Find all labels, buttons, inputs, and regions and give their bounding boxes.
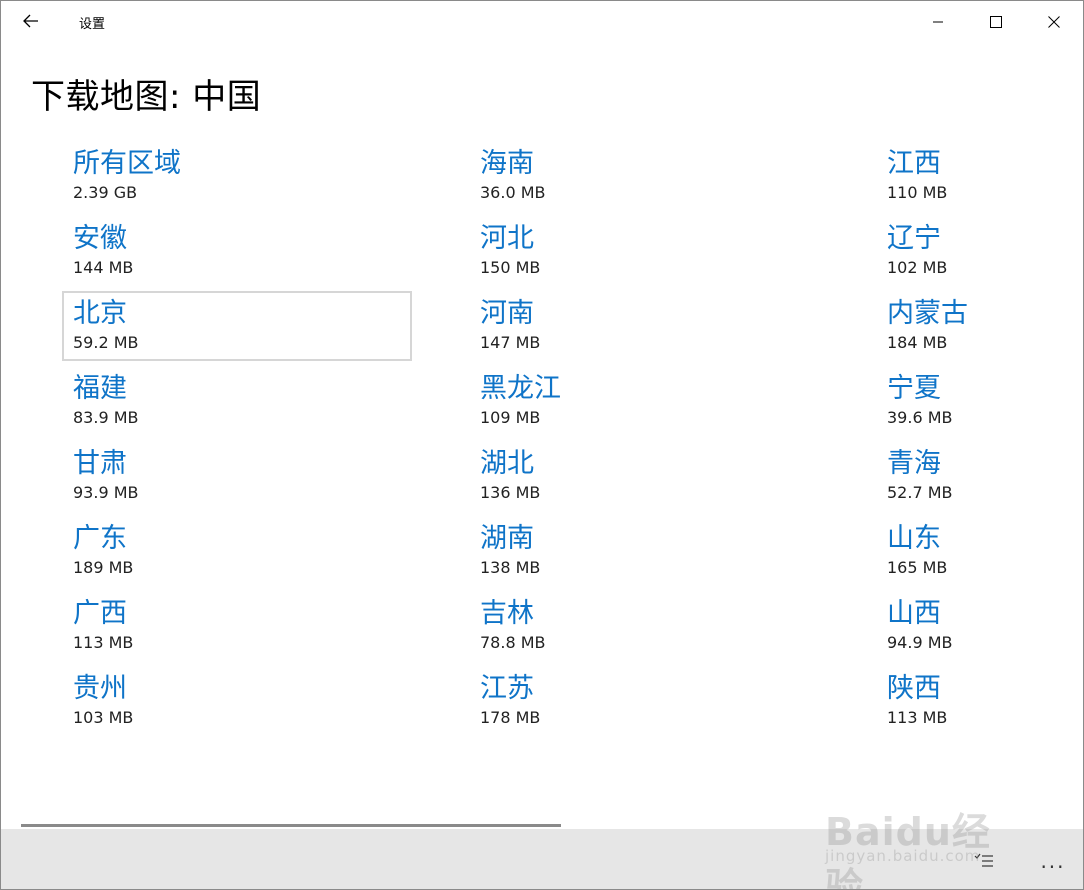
back-button[interactable] <box>11 5 51 37</box>
region-item[interactable]: 广西 113 MB <box>62 594 412 660</box>
region-size: 103 MB <box>73 708 134 727</box>
region-name: 吉林 <box>480 598 534 629</box>
close-icon <box>1048 16 1060 28</box>
region-size: 165 MB <box>887 558 948 577</box>
region-item[interactable]: 所有区域 2.39 GB <box>62 144 412 210</box>
region-item[interactable]: 吉林 78.8 MB <box>469 594 819 660</box>
region-size: 144 MB <box>73 258 134 277</box>
minimize-icon <box>933 21 943 23</box>
region-name: 广西 <box>73 598 127 629</box>
region-name: 贵州 <box>73 673 127 704</box>
region-size: 94.9 MB <box>887 633 953 652</box>
region-item[interactable]: 福建 83.9 MB <box>62 369 412 435</box>
watermark-logo: Baidu经验 <box>825 810 991 890</box>
region-size: 78.8 MB <box>480 633 546 652</box>
region-name: 河南 <box>480 298 534 329</box>
minimize-button[interactable] <box>909 1 967 43</box>
region-item[interactable]: 山东 165 MB <box>876 519 1083 585</box>
page-title: 下载地图: 中国 <box>31 77 262 117</box>
region-size: 147 MB <box>480 333 541 352</box>
region-size: 113 MB <box>887 708 948 727</box>
region-size: 178 MB <box>480 708 541 727</box>
region-name: 山西 <box>887 598 941 629</box>
region-name: 陕西 <box>887 673 941 704</box>
region-item[interactable]: 青海 52.7 MB <box>876 444 1083 510</box>
region-item[interactable]: 江西 110 MB <box>876 144 1083 210</box>
region-name: 安徽 <box>73 223 127 254</box>
region-item[interactable]: 陕西 113 MB <box>876 669 1083 735</box>
region-size: 102 MB <box>887 258 948 277</box>
region-item[interactable]: 河北 150 MB <box>469 219 819 285</box>
more-options-button[interactable]: ... <box>1033 843 1073 879</box>
region-name: 山东 <box>887 523 941 554</box>
region-size: 113 MB <box>73 633 134 652</box>
region-size: 136 MB <box>480 483 541 502</box>
baidu-watermark: Baidu经验 jingyan.baidu.com <box>825 801 1025 889</box>
region-item[interactable]: 河南 147 MB <box>469 294 819 360</box>
region-name: 广东 <box>73 523 127 554</box>
region-item[interactable]: 北京 59.2 MB <box>62 291 412 361</box>
region-item[interactable]: 贵州 103 MB <box>62 669 412 735</box>
region-item[interactable]: 宁夏 39.6 MB <box>876 369 1083 435</box>
app-title: 设置 <box>79 17 106 32</box>
region-item[interactable]: 江苏 178 MB <box>469 669 819 735</box>
more-icon: ... <box>1040 849 1066 873</box>
region-item[interactable]: 山西 94.9 MB <box>876 594 1083 660</box>
region-name: 甘肃 <box>73 448 127 479</box>
region-name: 所有区域 <box>73 148 181 179</box>
maximize-icon <box>990 16 1002 28</box>
region-name: 湖南 <box>480 523 534 554</box>
region-size: 93.9 MB <box>73 483 139 502</box>
region-item[interactable]: 海南 36.0 MB <box>469 144 819 210</box>
region-name: 湖北 <box>480 448 534 479</box>
region-size: 2.39 GB <box>73 183 138 202</box>
region-size: 59.2 MB <box>73 333 139 352</box>
maximize-button[interactable] <box>967 1 1025 43</box>
region-size: 39.6 MB <box>887 408 953 427</box>
region-name: 江西 <box>887 148 941 179</box>
region-item[interactable]: 广东 189 MB <box>62 519 412 585</box>
region-name: 福建 <box>73 373 127 404</box>
title-bar: 设置 <box>1 1 1083 43</box>
region-item[interactable]: 内蒙古 184 MB <box>876 294 1083 360</box>
region-size: 189 MB <box>73 558 134 577</box>
region-item[interactable]: 辽宁 102 MB <box>876 219 1083 285</box>
region-name: 宁夏 <box>887 373 941 404</box>
region-name: 青海 <box>887 448 941 479</box>
region-size: 109 MB <box>480 408 541 427</box>
region-name: 北京 <box>73 298 127 329</box>
region-size: 110 MB <box>887 183 948 202</box>
region-name: 黑龙江 <box>480 373 561 404</box>
close-button[interactable] <box>1025 1 1083 43</box>
region-item[interactable]: 湖南 138 MB <box>469 519 819 585</box>
window-controls <box>909 1 1083 43</box>
region-item[interactable]: 安徽 144 MB <box>62 219 412 285</box>
back-arrow-icon <box>23 14 38 28</box>
region-name: 江苏 <box>480 673 534 704</box>
region-name: 辽宁 <box>887 223 941 254</box>
settings-window: 设置 下载地图: 中国 所有区域 2.39 GB 安徽 144 MB 北京 59.2 MB… <box>0 0 1084 890</box>
watermark-url: jingyan.baidu.com <box>825 847 981 865</box>
region-item[interactable]: 甘肃 93.9 MB <box>62 444 412 510</box>
region-size: 150 MB <box>480 258 541 277</box>
region-name: 海南 <box>480 148 534 179</box>
region-name: 内蒙古 <box>887 298 968 329</box>
region-name: 河北 <box>480 223 534 254</box>
region-size: 184 MB <box>887 333 948 352</box>
region-size: 138 MB <box>480 558 541 577</box>
horizontal-scrollbar[interactable] <box>21 824 561 827</box>
region-item[interactable]: 黑龙江 109 MB <box>469 369 819 435</box>
region-size: 36.0 MB <box>480 183 546 202</box>
region-size: 52.7 MB <box>887 483 953 502</box>
region-size: 83.9 MB <box>73 408 139 427</box>
region-item[interactable]: 湖北 136 MB <box>469 444 819 510</box>
